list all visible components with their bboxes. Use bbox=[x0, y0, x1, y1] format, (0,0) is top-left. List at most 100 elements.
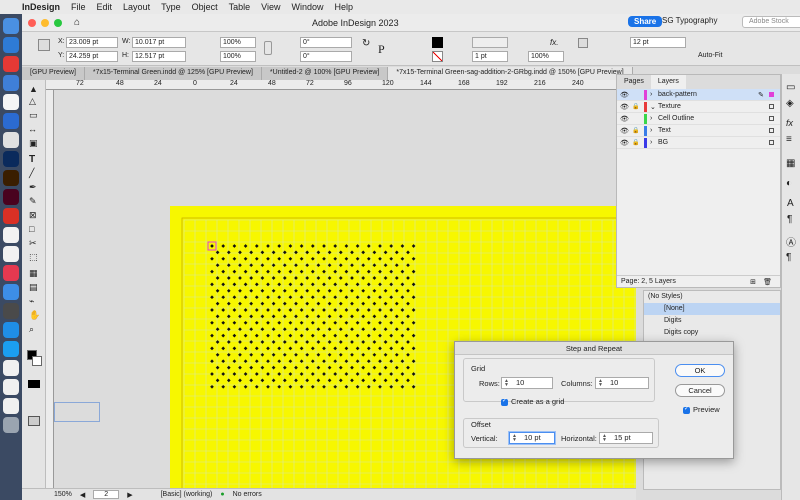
pattern-dot[interactable] bbox=[327, 365, 332, 370]
pattern-dot[interactable] bbox=[215, 327, 220, 332]
pattern-dot[interactable] bbox=[221, 282, 226, 287]
pattern-dot[interactable] bbox=[411, 282, 416, 287]
pattern-dot[interactable] bbox=[294, 288, 298, 293]
pattern-dot[interactable] bbox=[350, 352, 354, 357]
pattern-dot[interactable] bbox=[338, 301, 343, 306]
rows-stepper-icon[interactable]: ▲ ▼ bbox=[504, 379, 509, 388]
app-icon[interactable] bbox=[3, 93, 19, 110]
pattern-dot[interactable] bbox=[232, 346, 237, 351]
direct-selection-tool-icon[interactable]: △ bbox=[29, 96, 36, 107]
color-panel-icon[interactable]: ◐ bbox=[786, 178, 792, 189]
pattern-dot[interactable] bbox=[355, 359, 360, 364]
y-field[interactable]: 24.259 pt bbox=[66, 51, 118, 62]
pattern-dot[interactable] bbox=[394, 263, 399, 268]
pattern-dot[interactable] bbox=[389, 269, 394, 274]
pattern-dot[interactable] bbox=[361, 314, 366, 319]
pattern-dot[interactable] bbox=[271, 250, 276, 255]
pattern-dot[interactable] bbox=[316, 340, 321, 344]
pattern-dot[interactable] bbox=[260, 378, 265, 383]
pattern-dot[interactable] bbox=[266, 384, 270, 389]
trash-icon[interactable] bbox=[3, 416, 19, 433]
pattern-dot[interactable] bbox=[294, 327, 298, 332]
pattern-dot[interactable] bbox=[271, 288, 276, 293]
pattern-dot[interactable] bbox=[299, 320, 304, 325]
pattern-dot[interactable] bbox=[366, 346, 371, 351]
pattern-dot[interactable] bbox=[243, 384, 248, 389]
opera-icon[interactable] bbox=[3, 55, 19, 72]
character-panel-icon[interactable]: A bbox=[787, 198, 794, 209]
pattern-dot[interactable] bbox=[226, 340, 231, 344]
rectangle-tool-icon[interactable]: □ bbox=[29, 224, 34, 234]
pattern-dot[interactable] bbox=[310, 308, 315, 312]
pattern-dot[interactable] bbox=[310, 359, 315, 364]
pattern-dot[interactable] bbox=[310, 372, 315, 376]
paragraph-icon[interactable]: P bbox=[378, 42, 385, 57]
pattern-dot[interactable] bbox=[210, 295, 214, 300]
pattern-dot[interactable] bbox=[389, 295, 394, 300]
pattern-dot[interactable] bbox=[266, 308, 270, 312]
pattern-dot[interactable] bbox=[221, 372, 226, 376]
pattern-dot[interactable] bbox=[366, 295, 371, 300]
pattern-dot[interactable] bbox=[282, 301, 287, 306]
menu-view[interactable]: View bbox=[261, 2, 280, 12]
pattern-dot[interactable] bbox=[221, 244, 226, 248]
pattern-dot[interactable] bbox=[406, 250, 410, 255]
pattern-dot[interactable] bbox=[350, 340, 354, 344]
selection-tool-icon[interactable]: ▲ bbox=[29, 84, 38, 94]
fill-swatch-icon[interactable] bbox=[432, 37, 443, 48]
pattern-dot[interactable] bbox=[215, 250, 220, 255]
pattern-dot[interactable] bbox=[338, 352, 343, 357]
pattern-dot[interactable] bbox=[249, 288, 254, 293]
pattern-dot[interactable] bbox=[215, 276, 220, 280]
tab-layers[interactable]: Layers bbox=[650, 75, 686, 89]
pattern-dot[interactable] bbox=[333, 372, 338, 376]
pattern-dot[interactable] bbox=[389, 346, 394, 351]
chevron-right-icon[interactable]: › bbox=[650, 115, 658, 122]
rotate-icon[interactable]: ↻ bbox=[362, 38, 370, 49]
pattern-dot[interactable] bbox=[327, 288, 332, 293]
pattern-dot[interactable] bbox=[327, 327, 332, 332]
pattern-dot[interactable] bbox=[282, 340, 287, 344]
pattern-dot[interactable] bbox=[310, 282, 315, 287]
pattern-dot[interactable] bbox=[383, 340, 388, 344]
pattern-dot[interactable] bbox=[389, 333, 394, 338]
pattern-dot[interactable] bbox=[355, 320, 360, 325]
pattern-dot[interactable] bbox=[226, 263, 231, 268]
pattern-dot[interactable] bbox=[226, 327, 231, 332]
layer-target-icon[interactable] bbox=[769, 116, 774, 121]
pattern-dot[interactable] bbox=[294, 276, 298, 280]
pattern-dot[interactable] bbox=[249, 250, 254, 255]
pattern-dot[interactable] bbox=[322, 359, 326, 364]
pattern-dot[interactable] bbox=[378, 384, 382, 389]
pattern-dot[interactable] bbox=[266, 295, 270, 300]
pattern-dot[interactable] bbox=[327, 340, 332, 344]
pattern-dot[interactable] bbox=[338, 314, 343, 319]
pattern-dot[interactable] bbox=[238, 378, 242, 383]
pattern-dot[interactable] bbox=[299, 282, 304, 287]
constrain-proportions-icon[interactable] bbox=[264, 41, 272, 55]
rows-field[interactable]: ▲ ▼ 10 bbox=[501, 377, 553, 389]
pattern-dot[interactable] bbox=[277, 308, 282, 312]
share-button[interactable]: Share bbox=[628, 16, 663, 27]
pattern-dot[interactable] bbox=[266, 372, 270, 376]
pattern-dot[interactable] bbox=[288, 384, 293, 389]
pattern-dot[interactable] bbox=[299, 244, 304, 248]
pattern-dot[interactable] bbox=[366, 282, 371, 287]
pattern-dot[interactable] bbox=[299, 384, 304, 389]
stroke-style-field[interactable] bbox=[472, 37, 508, 48]
pattern-dot[interactable] bbox=[271, 263, 276, 268]
pattern-dot[interactable] bbox=[361, 301, 366, 306]
pattern-dot[interactable] bbox=[282, 276, 287, 280]
pattern-dot[interactable] bbox=[378, 244, 382, 248]
pattern-dot[interactable] bbox=[310, 295, 315, 300]
pattern-dot[interactable] bbox=[277, 372, 282, 376]
visibility-eye-icon[interactable]: 👁 bbox=[620, 115, 632, 123]
pattern-dot[interactable] bbox=[310, 244, 315, 248]
pattern-dot[interactable] bbox=[294, 378, 298, 383]
pattern-dot[interactable] bbox=[355, 269, 360, 274]
menu-table[interactable]: Table bbox=[229, 2, 251, 12]
pattern-dot[interactable] bbox=[243, 359, 248, 364]
pattern-dot[interactable] bbox=[210, 244, 214, 248]
pattern-dot[interactable] bbox=[406, 288, 410, 293]
stroke-panel-icon[interactable]: ≡ bbox=[786, 134, 792, 145]
